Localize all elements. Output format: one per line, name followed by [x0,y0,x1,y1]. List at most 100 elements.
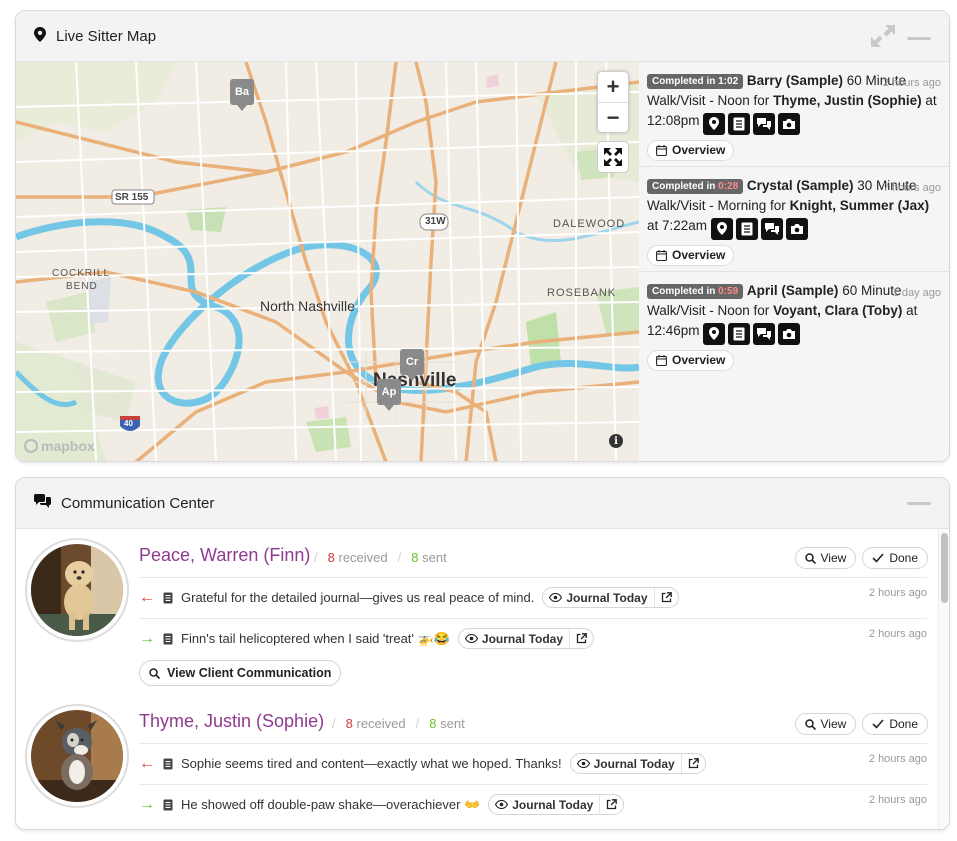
view-button[interactable]: View [794,713,857,735]
avatar[interactable] [25,538,129,642]
sent-count: 8 [411,550,419,565]
overview-button[interactable]: Overview [647,349,735,371]
mapbox-logo: mapbox [24,438,95,454]
message-row: → Finn's tail helicoptered when I said '… [139,618,927,658]
view-button[interactable]: View [794,547,857,569]
journal-today-label: Journal Today [512,797,594,812]
journal-today-label: Journal Today [593,756,675,771]
visit-item: Completed in 0:59 April (Sample) 60 Minu… [639,272,949,377]
journal-today-label: Journal Today [566,590,648,605]
external-link-icon[interactable] [576,633,587,644]
mapbox-logo-text: mapbox [41,438,95,454]
journal-today-label: Journal Today [481,631,564,646]
overview-button-label: Overview [672,143,726,157]
journal-icon[interactable] [735,217,758,240]
check-icon [872,719,884,729]
dog-photo [31,710,123,802]
sitter-marker-barry[interactable]: Ba [230,79,254,111]
journal-today-button[interactable]: Journal Today [457,628,595,649]
minimize-icon[interactable] [907,36,931,40]
completed-badge: Completed in 0:59 [647,284,744,299]
overview-button[interactable]: Overview [647,139,735,161]
sitter-marker-april[interactable]: Ap [377,379,401,411]
message-text: Finn's tail helicoptered when I said 'tr… [181,630,450,646]
camera-icon[interactable] [785,217,808,240]
eye-icon [576,759,590,768]
received-count: 8 [345,716,353,731]
expand-arrows-icon[interactable] [869,23,897,53]
journal-icon[interactable] [728,112,751,135]
comm-scrollbar[interactable] [938,529,949,829]
chat-icon[interactable] [753,112,776,135]
comm-scrollbar-thumb[interactable] [941,533,948,603]
received-label: received [356,716,406,731]
eye-icon [495,800,509,809]
message-time-ago: 2 hours ago [868,753,927,765]
calendar-icon [656,144,667,156]
eye-icon [549,593,563,602]
live-sitter-map-panel: Live Sitter Map SR 155 31W 40 DALEWOOD R… [15,10,950,462]
comm-panel-header: Communication Center [16,478,949,529]
i40-label: 40 [124,419,133,428]
external-link-icon[interactable] [606,799,618,810]
view-client-communication-button[interactable]: View Client Communication [139,660,342,686]
journal-today-button[interactable]: Journal Today [488,794,625,815]
location-icon[interactable] [703,322,726,345]
journal-icon[interactable] [728,322,751,345]
message-text: He showed off double-paw shake—overachie… [181,796,481,812]
map-canvas[interactable]: SR 155 31W 40 DALEWOOD ROSEBANK COCKRILL… [16,62,639,461]
message-row: → He showed off double-paw shake—overach… [139,784,927,824]
chat-icon[interactable] [760,217,783,240]
outgoing-arrow-icon: → [139,629,155,647]
done-button[interactable]: Done [862,547,928,569]
map-info-button[interactable]: i [609,434,623,448]
zoom-out-button[interactable]: − [598,102,628,132]
journal-today-button[interactable]: Journal Today [569,753,706,774]
camera-icon[interactable] [778,322,801,345]
message-time-ago: 2 hours ago [868,794,927,806]
cockrill-label: COCKRILL [52,268,111,279]
mapbox-logo-icon [24,439,38,453]
message-counts: /8 received/8 sent [314,550,447,565]
journal-icon [163,758,173,769]
completed-duration: 0:59 [718,286,739,297]
visit-time-ago: 1 day ago [892,287,941,299]
view-client-communication-label: View Client Communication [167,666,332,680]
map-panel-header: Live Sitter Map [16,11,949,62]
dog-photo [31,544,123,636]
minimize-icon[interactable] [907,502,931,505]
chat-icon[interactable] [753,322,776,345]
comm-body: Peace, Warren (Finn) /8 received/8 sent … [16,529,949,829]
sitter-marker-crystal[interactable]: Cr [400,349,424,381]
visit-client-name: Knight, Summer (Jax) [789,198,930,213]
rosebank-label: ROSEBANK [547,287,617,299]
sent-label: sent [422,550,447,565]
client-name[interactable]: Thyme, Justin (Sophie) [139,711,324,732]
calendar-icon [656,249,667,261]
check-icon [872,553,884,563]
view-button-label: View [820,717,847,731]
avatar[interactable] [25,704,129,808]
zoom-in-button[interactable]: + [598,72,628,102]
location-icon[interactable] [703,112,726,135]
overview-button-label: Overview [672,248,726,262]
calendar-icon [656,354,667,366]
external-link-icon[interactable] [661,592,672,603]
external-link-icon[interactable] [688,758,699,769]
camera-icon[interactable] [778,112,801,135]
fullscreen-button[interactable] [597,141,629,173]
journal-icon [163,592,173,603]
north-nashville-label: North Nashville [260,298,355,314]
client-name[interactable]: Peace, Warren (Finn) [139,545,310,566]
sr155-label: SR 155 [115,192,149,203]
completed-duration: 0:28 [718,181,739,192]
visit-time: at 7:22am [647,218,708,233]
visit-time-ago: 7 hours ago [882,182,941,194]
visit-client-name: Thyme, Justin (Sophie) [773,93,922,108]
done-button[interactable]: Done [862,713,928,735]
location-icon[interactable] [710,217,733,240]
journal-icon [163,633,173,644]
journal-today-button[interactable]: Journal Today [542,587,679,608]
overview-button[interactable]: Overview [647,244,735,266]
visit-item: Completed in 0:28 Crystal (Sample) 30 Mi… [639,167,949,272]
